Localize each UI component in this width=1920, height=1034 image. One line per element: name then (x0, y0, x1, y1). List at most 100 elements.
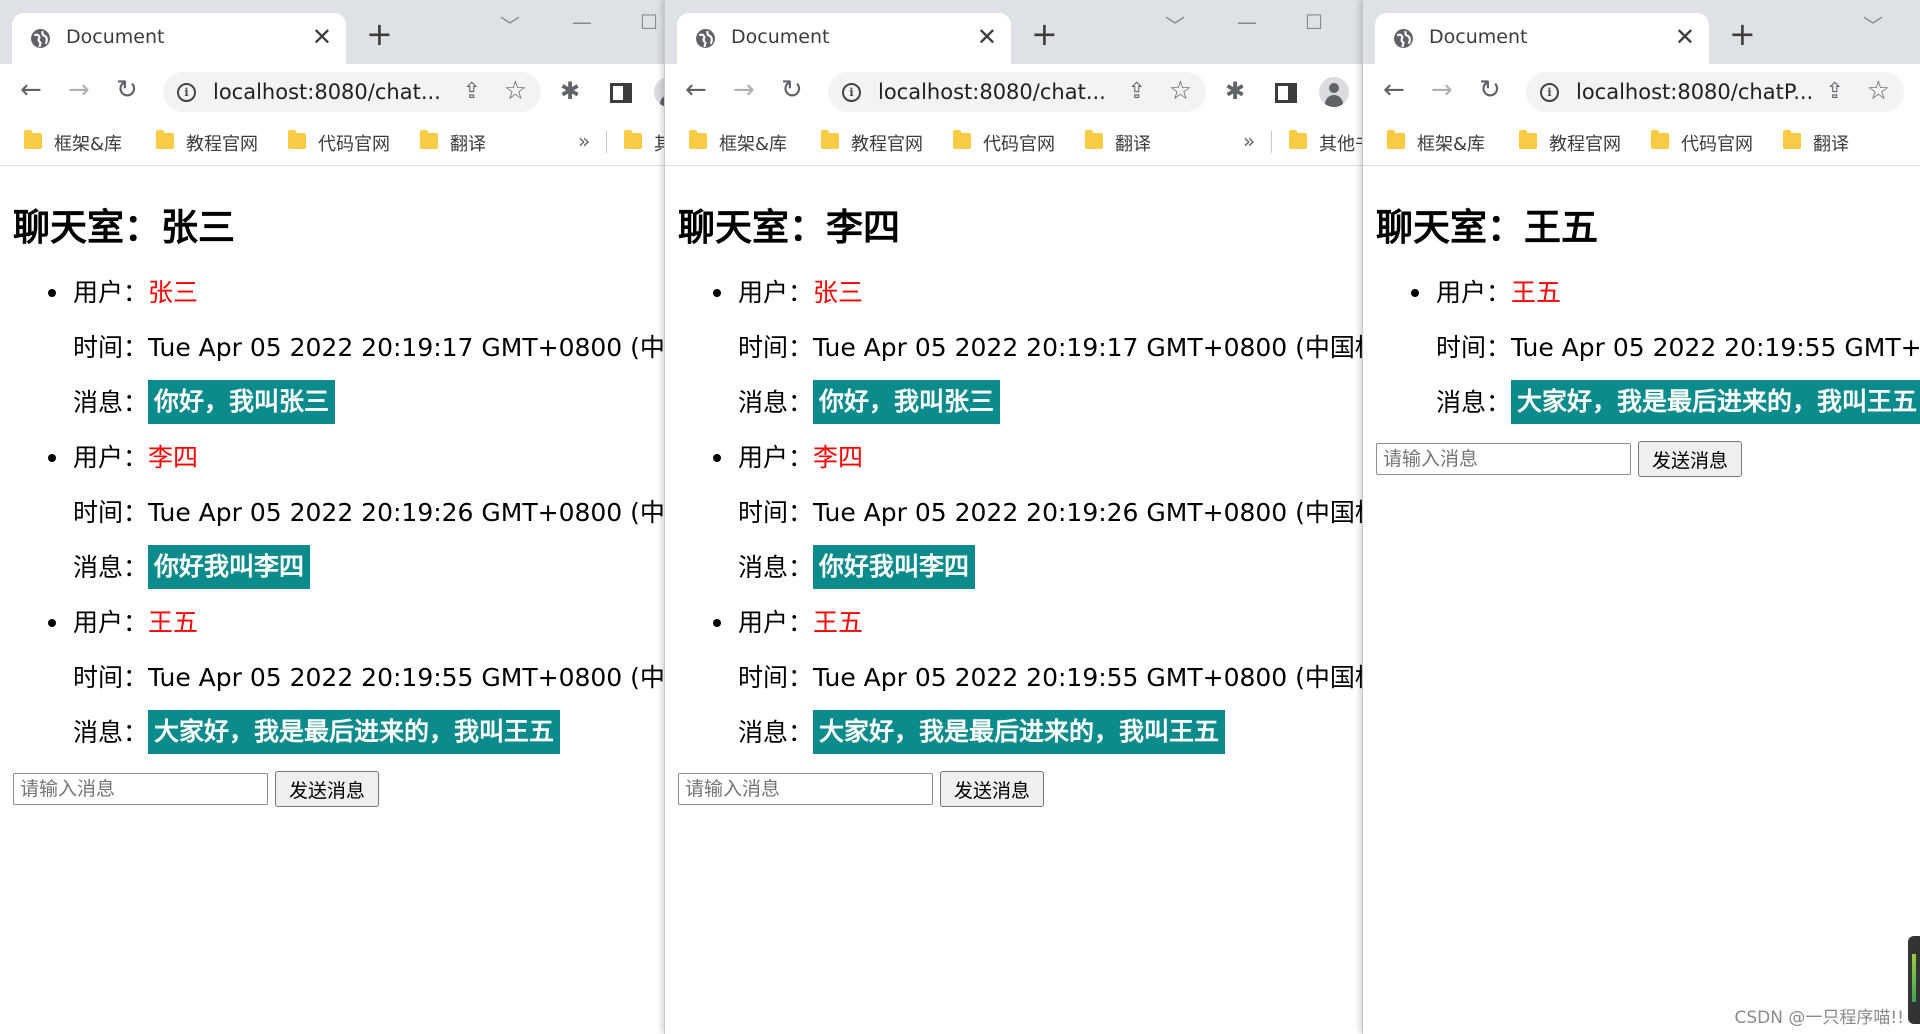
message-text: 大家好，我是最后进来的，我叫王五 (148, 710, 561, 754)
profile-icon[interactable] (654, 77, 664, 107)
star-icon[interactable]: ☆ (504, 76, 527, 106)
username: 张三 (148, 278, 199, 307)
back-button[interactable]: ← (20, 76, 42, 104)
new-tab-button[interactable]: + (1031, 18, 1058, 50)
reload-button[interactable]: ↻ (781, 76, 803, 104)
side-panel-icon[interactable] (610, 83, 632, 103)
forward-button[interactable]: → (68, 76, 90, 104)
time-label: 时间： (738, 333, 814, 362)
side-panel-icon[interactable] (1275, 83, 1297, 103)
message-item: 用户：王五 时间：Tue Apr 05 2022 20:19:55 GMT+08… (73, 595, 664, 760)
message-input[interactable] (678, 773, 933, 805)
browser-window-zhangsan: Document ✕ + ﹀ — ☐ ← → ↻ i localhost:808… (0, 0, 664, 1034)
send-button[interactable]: 发送消息 (940, 771, 1044, 807)
time-label: 时间： (73, 498, 149, 527)
new-tab-button[interactable]: + (366, 18, 393, 50)
message-label: 消息： (73, 553, 149, 582)
side-widget[interactable] (1908, 936, 1920, 1024)
share-icon[interactable]: ⇪ (1826, 79, 1844, 104)
new-tab-button[interactable]: + (1729, 18, 1756, 50)
back-button[interactable]: ← (1383, 76, 1405, 104)
tab-document[interactable]: Document ✕ (1375, 13, 1709, 64)
folder-icon (821, 130, 839, 149)
info-icon[interactable]: i (177, 83, 196, 102)
star-icon[interactable]: ☆ (1169, 76, 1192, 106)
minimize-icon[interactable]: — (1237, 10, 1257, 34)
username: 李四 (148, 443, 199, 472)
url-text: localhost:8080/chat... (213, 80, 441, 104)
close-tab-icon[interactable]: ✕ (312, 24, 332, 50)
toolbar: ← → ↻ i localhost:8080/chat... ⇪ ☆ ✱ (665, 64, 1364, 119)
star-icon[interactable]: ☆ (1867, 76, 1890, 106)
share-icon[interactable]: ⇪ (1128, 79, 1146, 104)
forward-button[interactable]: → (733, 76, 755, 104)
close-tab-icon[interactable]: ✕ (1675, 24, 1695, 50)
message-label: 消息： (738, 553, 814, 582)
message-text: 大家好，我是最后进来的，我叫王五 (1511, 380, 1920, 424)
maximize-icon[interactable]: ☐ (640, 10, 658, 34)
send-button[interactable]: 发送消息 (1638, 441, 1742, 477)
message-input[interactable] (1376, 443, 1631, 475)
profile-icon[interactable] (1319, 77, 1349, 107)
username: 张三 (813, 278, 864, 307)
message-list: 用户：张三 时间：Tue Apr 05 2022 20:19:17 GMT+08… (73, 265, 664, 760)
user-label: 用户： (73, 443, 149, 472)
maximize-icon[interactable]: ☐ (1305, 10, 1323, 34)
watermark: CSDN @一只程序喵!! (1734, 1008, 1904, 1028)
tab-search-icon[interactable]: ﹀ (1165, 10, 1185, 39)
back-button[interactable]: ← (685, 76, 707, 104)
tab-document[interactable]: Document ✕ (12, 13, 346, 64)
send-button[interactable]: 发送消息 (275, 771, 379, 807)
message-time: Tue Apr 05 2022 20:19:26 GMT+0800 (中国标准时… (813, 498, 1364, 527)
user-label: 用户： (73, 278, 149, 307)
message-input[interactable] (13, 773, 268, 805)
extensions-icon[interactable]: ✱ (560, 78, 580, 104)
page-title: 聊天室：张三 (13, 206, 235, 249)
user-label: 用户： (73, 608, 149, 637)
message-label: 消息： (73, 388, 149, 417)
bookmarks-overflow-button[interactable]: » (578, 129, 590, 153)
bookmarks-overflow-button[interactable]: » (1243, 129, 1255, 153)
tab-title: Document (1429, 26, 1528, 48)
address-bar[interactable]: i localhost:8080/chatP... ⇪ ☆ (1526, 72, 1904, 112)
tab-strip: Document ✕ + ﹀ — ☐ (0, 0, 664, 64)
page-content: 聊天室：张三 用户：张三 时间：Tue Apr 05 2022 20:19:17… (0, 167, 664, 1034)
tab-title: Document (731, 26, 830, 48)
folder-icon (1783, 130, 1801, 149)
message-time: Tue Apr 05 2022 20:19:17 GMT+0800 (中国标准时… (813, 333, 1364, 362)
folder-icon (1085, 130, 1103, 149)
message-label: 消息： (738, 718, 814, 747)
toolbar: ← → ↻ i localhost:8080/chatP... ⇪ ☆ (1363, 64, 1920, 119)
info-icon[interactable]: i (842, 83, 861, 102)
message-time: Tue Apr 05 2022 20:19:26 GMT+0800 (中国标准时… (148, 498, 664, 527)
tab-document[interactable]: Document ✕ (677, 13, 1011, 64)
reload-button[interactable]: ↻ (1479, 76, 1501, 104)
time-label: 时间： (738, 663, 814, 692)
username: 王五 (148, 608, 199, 637)
folder-icon (624, 130, 642, 149)
close-tab-icon[interactable]: ✕ (977, 24, 997, 50)
folder-icon (288, 130, 306, 149)
folder-icon (1289, 130, 1307, 149)
address-bar[interactable]: i localhost:8080/chat... ⇪ ☆ (163, 72, 541, 112)
user-label: 用户： (738, 278, 814, 307)
message-text: 你好我叫李四 (813, 545, 976, 589)
forward-button[interactable]: → (1431, 76, 1453, 104)
address-bar[interactable]: i localhost:8080/chat... ⇪ ☆ (828, 72, 1206, 112)
time-label: 时间： (738, 498, 814, 527)
tab-strip: Document ✕ + ﹀ (1363, 0, 1920, 64)
share-icon[interactable]: ⇪ (463, 79, 481, 104)
reload-button[interactable]: ↻ (116, 76, 138, 104)
info-icon[interactable]: i (1540, 83, 1559, 102)
user-label: 用户： (1436, 278, 1512, 307)
minimize-icon[interactable]: — (572, 10, 592, 34)
bookmarks-divider (606, 131, 607, 153)
tab-search-icon[interactable]: ﹀ (500, 10, 520, 39)
message-list: 用户：王五 时间：Tue Apr 05 2022 20:19:55 GMT+08… (1436, 265, 1920, 430)
message-item: 用户：张三 时间：Tue Apr 05 2022 20:19:17 GMT+08… (738, 265, 1364, 430)
page-title: 聊天室：王五 (1376, 206, 1598, 249)
message-text: 大家好，我是最后进来的，我叫王五 (813, 710, 1226, 754)
globe-icon (696, 29, 715, 48)
extensions-icon[interactable]: ✱ (1225, 78, 1245, 104)
tab-search-icon[interactable]: ﹀ (1863, 10, 1883, 39)
